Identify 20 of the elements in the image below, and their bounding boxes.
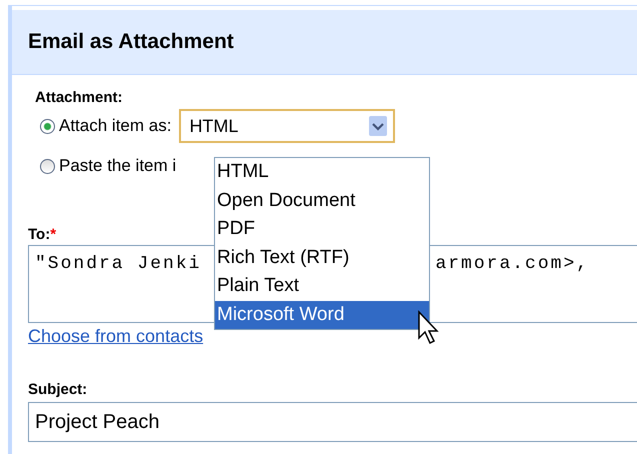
radio-button[interactable]	[40, 158, 55, 174]
radio-button[interactable]	[40, 118, 55, 134]
dropdown-option[interactable]: Open Document	[215, 186, 429, 215]
dropdown-option[interactable]: Rich Text (RTF)	[215, 244, 429, 272]
radio-label: Attach item as:	[59, 116, 172, 136]
format-select[interactable]: HTML	[179, 109, 396, 143]
to-field-text: armora.com>,	[435, 254, 590, 276]
dropdown-option[interactable]: Microsoft Word	[215, 300, 429, 329]
subject-field[interactable]: Project Peach	[28, 402, 637, 442]
to-label: To:*	[28, 226, 56, 243]
caret-icon	[369, 116, 388, 136]
choose-contacts-link[interactable]: Choose from contacts	[28, 326, 204, 347]
attachment-label: Attachment:	[35, 89, 124, 106]
radio-label: Paste the item i	[59, 156, 176, 176]
subject-label: Subject:	[28, 381, 88, 398]
dropdown-option[interactable]: Plain Text	[215, 272, 429, 300]
dropdown-option[interactable]: HTML	[215, 158, 429, 186]
dropdown-option[interactable]: PDF	[215, 215, 429, 244]
to-field-text: "Sondra Jenki	[35, 254, 202, 276]
dialog-title: Email as Attachment	[28, 30, 234, 54]
